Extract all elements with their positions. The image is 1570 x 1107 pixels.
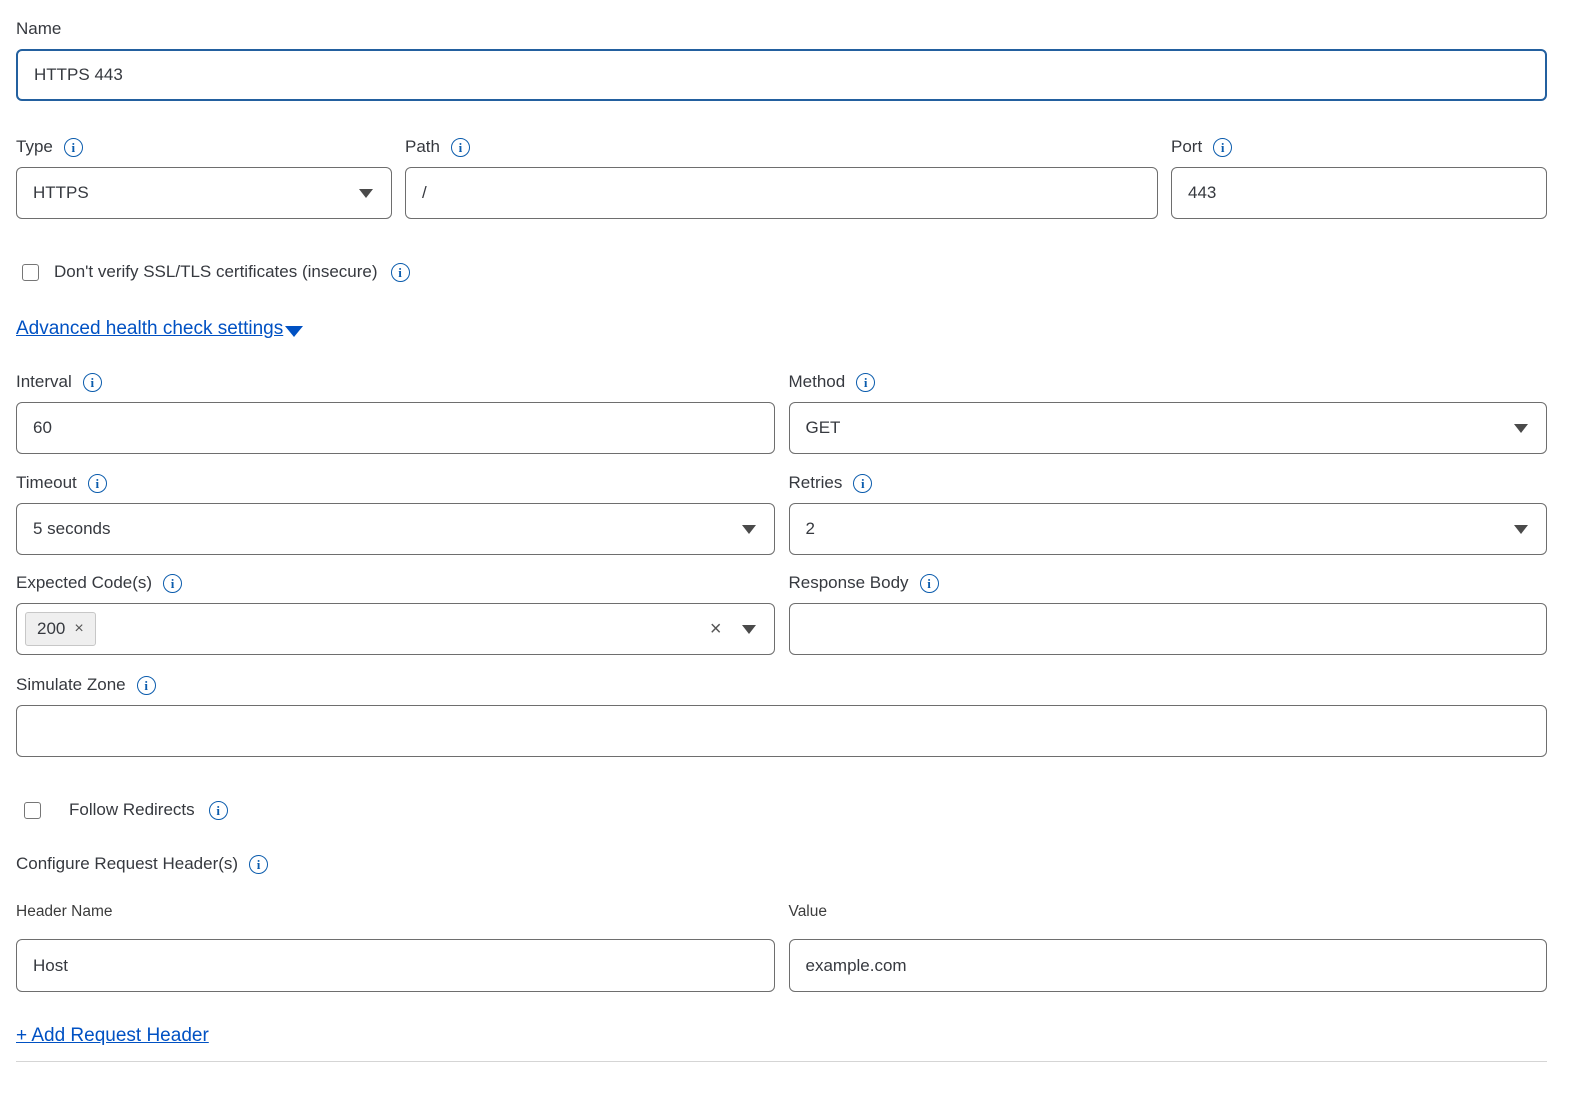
header-value-input[interactable]: [789, 939, 1548, 992]
type-label-row: Type i: [16, 136, 392, 158]
info-icon[interactable]: i: [137, 676, 156, 695]
simulate-zone-label-row: Simulate Zone i: [16, 674, 1547, 696]
interval-method-fields: GET: [16, 402, 1547, 454]
expected-code-tag-value: 200: [37, 619, 65, 639]
chevron-down-icon: [742, 525, 756, 534]
path-label-row: Path i: [405, 136, 1158, 158]
info-icon[interactable]: i: [856, 373, 875, 392]
timeout-label: Timeout: [16, 472, 77, 494]
retries-label-row: Retries i: [789, 472, 1548, 494]
info-icon[interactable]: i: [391, 263, 410, 282]
interval-method-labels: Interval i Method i: [16, 371, 1547, 393]
divider: [16, 1061, 1547, 1062]
timeout-select-value: 5 seconds: [33, 519, 111, 539]
header-row: [16, 939, 1547, 992]
info-icon[interactable]: i: [451, 138, 470, 157]
response-body-label: Response Body: [789, 572, 909, 594]
header-value-label: Value: [789, 902, 1548, 922]
ssl-verify-checkbox[interactable]: [22, 264, 39, 281]
info-icon[interactable]: i: [88, 474, 107, 493]
retries-select-value: 2: [806, 519, 815, 539]
advanced-settings-link[interactable]: Advanced health check settings: [16, 318, 283, 340]
info-icon[interactable]: i: [64, 138, 83, 157]
chevron-down-icon: [742, 625, 756, 634]
interval-input[interactable]: [16, 402, 775, 454]
request-headers-label-row: Configure Request Header(s) i: [16, 853, 1547, 875]
port-label-row: Port i: [1171, 136, 1547, 158]
method-label: Method: [789, 371, 846, 393]
timeout-retries-labels: Timeout i Retries i: [16, 472, 1547, 494]
type-path-port-fields: HTTPS: [16, 167, 1547, 219]
interval-label-row: Interval i: [16, 371, 775, 393]
timeout-select[interactable]: 5 seconds: [16, 503, 775, 555]
response-body-label-row: Response Body i: [789, 572, 1548, 594]
name-input[interactable]: [16, 49, 1547, 101]
header-column-labels: Header Name Value: [16, 902, 1547, 922]
chevron-down-icon: [1514, 525, 1528, 534]
expected-codes-multiselect[interactable]: 200 × ×: [16, 603, 775, 655]
ssl-verify-label: Don't verify SSL/TLS certificates (insec…: [54, 262, 378, 282]
chevron-down-icon: [1514, 424, 1528, 433]
ssl-verify-row: Don't verify SSL/TLS certificates (insec…: [16, 262, 1547, 282]
info-icon[interactable]: i: [920, 574, 939, 593]
response-body-input[interactable]: [789, 603, 1548, 655]
add-request-header-link[interactable]: + Add Request Header: [16, 1025, 209, 1046]
codes-body-fields: 200 × ×: [16, 603, 1547, 655]
info-icon[interactable]: i: [163, 574, 182, 593]
simulate-zone-label: Simulate Zone: [16, 674, 126, 696]
timeout-retries-fields: 5 seconds 2: [16, 503, 1547, 555]
info-icon[interactable]: i: [209, 801, 228, 820]
clear-icon[interactable]: ×: [710, 619, 722, 639]
add-header-row: + Add Request Header: [16, 1025, 1547, 1047]
port-label: Port: [1171, 136, 1202, 158]
expected-codes-label-row: Expected Code(s) i: [16, 572, 775, 594]
expected-codes-label: Expected Code(s): [16, 572, 152, 594]
simulate-zone-input[interactable]: [16, 705, 1547, 757]
retries-label: Retries: [789, 472, 843, 494]
timeout-label-row: Timeout i: [16, 472, 775, 494]
follow-redirects-row: Follow Redirects i: [16, 800, 1547, 820]
method-select-value: GET: [806, 418, 841, 438]
follow-redirects-label: Follow Redirects: [69, 800, 195, 820]
type-select-value: HTTPS: [33, 183, 89, 203]
type-label: Type: [16, 136, 53, 158]
name-label: Name: [16, 18, 1547, 40]
chevron-down-icon: [359, 189, 373, 198]
info-icon[interactable]: i: [83, 373, 102, 392]
advanced-settings-row: Advanced health check settings: [16, 318, 1547, 340]
info-icon[interactable]: i: [1213, 138, 1232, 157]
method-label-row: Method i: [789, 371, 1548, 393]
health-check-form: Name Type i Path i Port i HTTPS Don't ve…: [0, 0, 1570, 1062]
codes-body-labels: Expected Code(s) i Response Body i: [16, 572, 1547, 594]
path-label: Path: [405, 136, 440, 158]
retries-select[interactable]: 2: [789, 503, 1548, 555]
type-select[interactable]: HTTPS: [16, 167, 392, 219]
chevron-down-icon: [285, 326, 303, 337]
path-input[interactable]: [405, 167, 1158, 219]
port-input[interactable]: [1171, 167, 1547, 219]
interval-label: Interval: [16, 371, 72, 393]
request-headers-label: Configure Request Header(s): [16, 853, 238, 875]
method-select[interactable]: GET: [789, 402, 1548, 454]
expected-code-tag: 200 ×: [25, 612, 96, 646]
info-icon[interactable]: i: [853, 474, 872, 493]
follow-redirects-checkbox[interactable]: [24, 802, 41, 819]
header-name-label: Header Name: [16, 902, 775, 922]
info-icon[interactable]: i: [249, 855, 268, 874]
type-path-port-labels: Type i Path i Port i: [16, 136, 1547, 158]
remove-tag-icon[interactable]: ×: [74, 621, 83, 637]
header-name-input[interactable]: [16, 939, 775, 992]
